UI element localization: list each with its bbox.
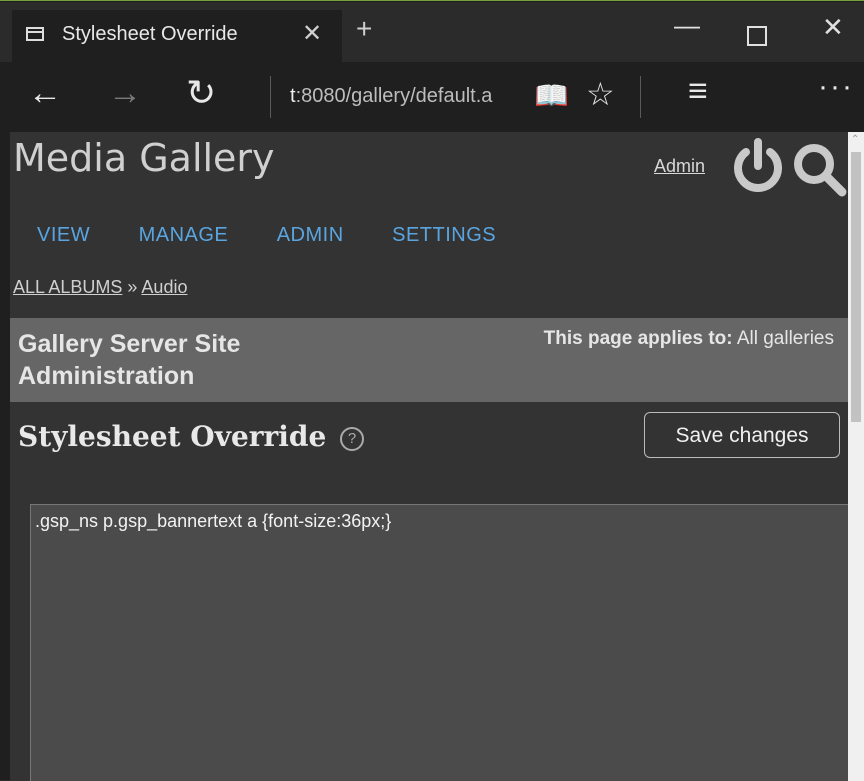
browser-toolbar: ← → ↻ t:8080/gallery/default.a 📖 ☆ ≡ ··· — [0, 62, 864, 132]
title-bar: Stylesheet Override ✕ + — ✕ — [0, 2, 864, 62]
breadcrumb-separator: » — [122, 277, 142, 297]
more-icon[interactable]: ··· — [818, 70, 854, 104]
search-icon[interactable] — [790, 140, 848, 198]
menu-item-manage[interactable]: MANAGE — [139, 224, 229, 246]
tab-page-icon — [26, 27, 44, 41]
address-bar[interactable]: t:8080/gallery/default.a — [290, 85, 515, 108]
back-icon[interactable]: ← — [28, 74, 62, 113]
breadcrumb: ALL ALBUMS » Audio — [13, 277, 187, 298]
page-viewport: Media Gallery Admin VIEW MANAGE ADMIN SE… — [10, 132, 848, 781]
new-tab-icon[interactable]: + — [356, 15, 372, 43]
tab-title: Stylesheet Override — [62, 23, 238, 45]
toolbar-divider — [640, 76, 641, 118]
hub-icon[interactable]: ≡ — [688, 72, 708, 111]
forward-icon[interactable]: → — [108, 74, 142, 113]
applies-label: This page applies to: — [543, 328, 733, 349]
browser-tab[interactable]: Stylesheet Override ✕ — [12, 10, 342, 62]
applies-to-text: This page applies to: All galleries — [544, 328, 834, 350]
url-text: :8080/gallery/default.a — [295, 85, 493, 107]
applies-value: All galleries — [732, 328, 834, 349]
menu-item-admin[interactable]: ADMIN — [277, 224, 344, 246]
css-override-textarea[interactable]: .gsp_ns p.gsp_bannertext a {font-size:36… — [30, 504, 848, 781]
menu-item-settings[interactable]: SETTINGS — [392, 224, 496, 246]
vertical-scrollbar[interactable]: ⌃ — [848, 132, 864, 781]
scroll-thumb[interactable] — [851, 152, 861, 422]
site-title: Media Gallery — [13, 136, 275, 180]
save-changes-button[interactable]: Save changes — [644, 412, 840, 458]
admin-header: Gallery Server Site Administration This … — [10, 318, 848, 402]
menu-item-view[interactable]: VIEW — [37, 224, 90, 246]
toolbar-divider — [270, 76, 271, 118]
page-title: Stylesheet Override ? — [18, 420, 365, 453]
logout-power-icon[interactable] — [730, 138, 786, 194]
admin-title: Gallery Server Site Administration — [18, 330, 241, 390]
page-title-text: Stylesheet Override — [18, 420, 327, 453]
tab-close-icon[interactable]: ✕ — [302, 19, 322, 48]
breadcrumb-all-albums[interactable]: ALL ALBUMS — [13, 277, 122, 297]
favorite-star-icon[interactable]: ☆ — [586, 75, 615, 113]
breadcrumb-audio[interactable]: Audio — [141, 277, 187, 297]
close-window-icon[interactable]: ✕ — [822, 12, 844, 43]
help-icon[interactable]: ? — [340, 426, 365, 451]
scroll-up-icon[interactable]: ⌃ — [851, 134, 859, 145]
minimize-icon[interactable]: — — [674, 10, 700, 41]
reading-view-icon[interactable]: 📖 — [534, 79, 569, 112]
refresh-icon[interactable]: ↻ — [186, 72, 216, 114]
main-menu: VIEW MANAGE ADMIN SETTINGS — [37, 224, 540, 247]
user-admin-link[interactable]: Admin — [654, 156, 705, 177]
maximize-icon[interactable] — [747, 26, 767, 46]
browser-window: Stylesheet Override ✕ + — ✕ ← → ↻ t:8080… — [0, 0, 864, 781]
